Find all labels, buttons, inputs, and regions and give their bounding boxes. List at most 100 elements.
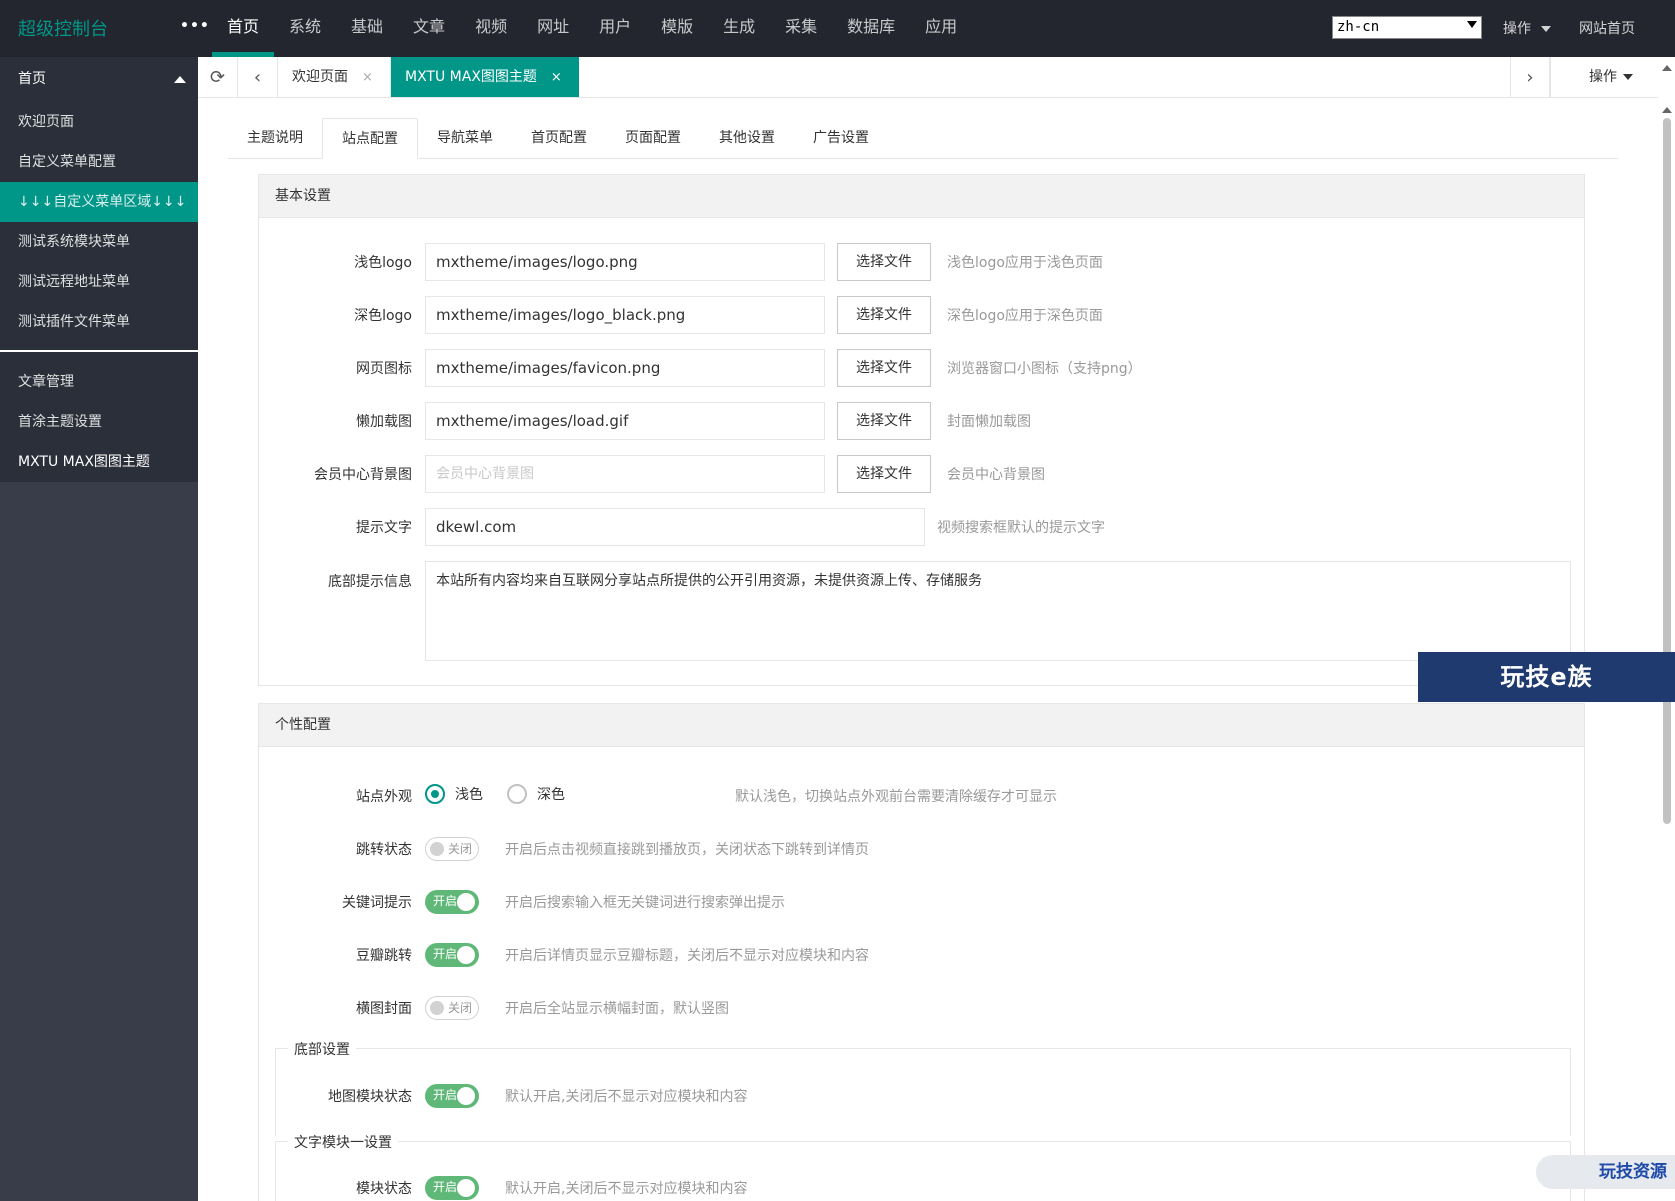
field-tip: 开启后搜索输入框无关键词进行搜索弹出提示 [505, 895, 785, 911]
radio-label: 浅色 [455, 787, 483, 803]
top-nav-system[interactable]: 系统 [274, 0, 336, 57]
map-module-switch[interactable]: 开启 [425, 1084, 479, 1108]
site-home-link[interactable]: 网站首页 [1579, 18, 1635, 38]
chevron-right-icon[interactable]: › [1510, 57, 1550, 97]
field-label: 地图模块状态 [328, 1089, 412, 1105]
favicon-input[interactable]: mxtheme/images/favicon.png [425, 349, 825, 387]
panel-title: 个性配置 [259, 704, 1584, 747]
sidebar-item-mxtu-theme[interactable]: MXTU MAX图图主题 [0, 442, 198, 482]
choose-file-button[interactable]: 选择文件 [837, 243, 931, 281]
form-row-member-bg: 会员中心背景图 会员中心背景图 选择文件 会员中心背景图 [259, 455, 1584, 493]
sidebar-item-test-system[interactable]: 测试系统模块菜单 [0, 222, 198, 262]
page-tab-label: MXTU MAX图图主题 [405, 69, 537, 85]
close-icon[interactable]: × [362, 70, 373, 85]
tab-theme-intro[interactable]: 主题说明 [228, 118, 322, 159]
top-operate-menu[interactable]: 操作 [1503, 18, 1551, 38]
field-label: 模块状态 [356, 1181, 412, 1197]
form-row-favicon: 网页图标 mxtheme/images/favicon.png 选择文件 浏览器… [259, 349, 1584, 387]
appearance-light-radio[interactable]: 浅色 [425, 784, 483, 804]
lazy-image-input[interactable]: mxtheme/images/load.gif [425, 402, 825, 440]
top-nav-template[interactable]: 模版 [646, 0, 708, 57]
field-label: 浅色logo [354, 255, 412, 271]
sidebar-item-test-plugin[interactable]: 测试插件文件菜单 [0, 302, 198, 342]
close-icon[interactable]: × [551, 70, 562, 85]
chevron-left-icon[interactable]: ‹ [238, 57, 278, 97]
caret-down-icon [1541, 26, 1551, 32]
radio-checked-icon [425, 784, 445, 804]
tab-ad-settings[interactable]: 广告设置 [794, 118, 888, 159]
scrollbar-thumb[interactable] [1663, 118, 1671, 824]
top-nav-basic[interactable]: 基础 [336, 0, 398, 57]
language-select[interactable]: zh-cn [1332, 16, 1482, 39]
scroll-up-icon[interactable] [1662, 107, 1672, 113]
field-label: 懒加载图 [356, 414, 412, 430]
field-label: 会员中心背景图 [314, 467, 412, 483]
app-logo[interactable]: 超级控制台 [18, 15, 108, 41]
top-nav-user[interactable]: 用户 [584, 0, 646, 57]
field-tip: 开启后详情页显示豆瓣标题，关闭后不显示对应模块和内容 [505, 948, 869, 964]
top-nav-database[interactable]: 数据库 [832, 0, 910, 57]
sidebar-item-custom-menu[interactable]: 自定义菜单配置 [0, 142, 198, 182]
footer-info-textarea[interactable]: 本站所有内容均来自互联网分享站点所提供的公开引用资源，未提供资源上传、存储服务 [425, 561, 1571, 661]
field-label: 深色logo [354, 308, 412, 324]
page-scrollbar[interactable] [1658, 57, 1675, 1201]
watermark-badge: 玩技资源 [1536, 1155, 1675, 1189]
basic-settings-panel: 基本设置 浅色logo mxtheme/images/logo.png 选择文件… [258, 174, 1585, 686]
keyword-hint-switch[interactable]: 开启 [425, 890, 479, 914]
sidebar-head-home[interactable]: 首页 [0, 57, 198, 102]
sidebar-item-article-manage[interactable]: 文章管理 [0, 362, 198, 402]
choose-file-button[interactable]: 选择文件 [837, 296, 931, 334]
form-row-douban-jump: 豆瓣跳转 开启 开启后详情页显示豆瓣标题，关闭后不显示对应模块和内容 [259, 943, 1584, 967]
top-nav-url[interactable]: 网址 [522, 0, 584, 57]
refresh-icon[interactable]: ⟳ [198, 57, 238, 97]
field-tip: 视频搜索框默认的提示文字 [937, 520, 1105, 536]
panel-title: 基本设置 [259, 175, 1584, 218]
douban-jump-switch[interactable]: 开启 [425, 943, 479, 967]
tab-home-config[interactable]: 首页配置 [512, 118, 606, 159]
text-module-switch[interactable]: 开启 [425, 1176, 479, 1200]
tab-other-settings[interactable]: 其他设置 [700, 118, 794, 159]
field-tip: 会员中心背景图 [947, 467, 1045, 483]
sidebar-head-label: 首页 [18, 71, 46, 87]
tab-operate-menu[interactable]: 操作 [1550, 57, 1658, 97]
top-nav-video[interactable]: 视频 [460, 0, 522, 57]
choose-file-button[interactable]: 选择文件 [837, 402, 931, 440]
form-row-landscape-cover: 横图封面 关闭 开启后全站显示横幅封面，默认竖图 [259, 996, 1584, 1020]
field-label: 豆瓣跳转 [356, 948, 412, 964]
top-nav-collect[interactable]: 采集 [770, 0, 832, 57]
page-tab-mxtu[interactable]: MXTU MAX图图主题 × [391, 57, 579, 97]
landscape-cover-switch[interactable]: 关闭 [425, 996, 479, 1020]
form-row-keyword-hint: 关键词提示 开启 开启后搜索输入框无关键词进行搜索弹出提示 [259, 890, 1584, 914]
sidebar-group-articles: 文章管理 首涂主题设置 MXTU MAX图图主题 [0, 352, 198, 482]
top-nav-home[interactable]: 首页 [212, 0, 275, 57]
light-logo-input[interactable]: mxtheme/images/logo.png [425, 243, 825, 281]
tab-page-config[interactable]: 页面配置 [606, 118, 700, 159]
jump-status-switch[interactable]: 关闭 [425, 837, 479, 861]
top-nav-apps[interactable]: 应用 [910, 0, 972, 57]
tab-nav-menu[interactable]: 导航菜单 [418, 118, 512, 159]
choose-file-button[interactable]: 选择文件 [837, 349, 931, 387]
choose-file-button[interactable]: 选择文件 [837, 455, 931, 493]
appearance-dark-radio[interactable]: 深色 [507, 784, 565, 804]
tab-site-config[interactable]: 站点配置 [322, 118, 418, 159]
field-tip: 默认开启,关闭后不显示对应模块和内容 [505, 1181, 748, 1197]
field-label: 站点外观 [356, 789, 412, 805]
form-row-text-module: 模块状态 开启 默认开启,关闭后不显示对应模块和内容 [259, 1176, 1584, 1200]
field-label: 提示文字 [356, 520, 412, 536]
dark-logo-input[interactable]: mxtheme/images/logo_black.png [425, 296, 825, 334]
scroll-up-icon[interactable] [1662, 65, 1672, 71]
sidebar-item-welcome[interactable]: 欢迎页面 [0, 102, 198, 142]
page-tab-welcome[interactable]: 欢迎页面 × [278, 57, 391, 97]
sidebar-item-test-remote[interactable]: 测试远程地址菜单 [0, 262, 198, 302]
sidebar-item-theme-settings[interactable]: 首涂主题设置 [0, 402, 198, 442]
top-nav-generate[interactable]: 生成 [708, 0, 770, 57]
field-tip: 浅色logo应用于浅色页面 [947, 255, 1103, 271]
hint-text-input[interactable]: dkewl.com [425, 508, 925, 546]
top-nav-article[interactable]: 文章 [398, 0, 460, 57]
more-menu-icon[interactable]: ••• [180, 18, 210, 34]
sidebar-item-custom-area[interactable]: ↓↓↓自定义菜单区域↓↓↓ [0, 182, 198, 222]
language-select-value: zh-cn [1337, 19, 1380, 35]
form-row-dark-logo: 深色logo mxtheme/images/logo_black.png 选择文… [259, 296, 1584, 334]
member-bg-input[interactable]: 会员中心背景图 [425, 455, 825, 493]
field-label: 网页图标 [356, 361, 412, 377]
